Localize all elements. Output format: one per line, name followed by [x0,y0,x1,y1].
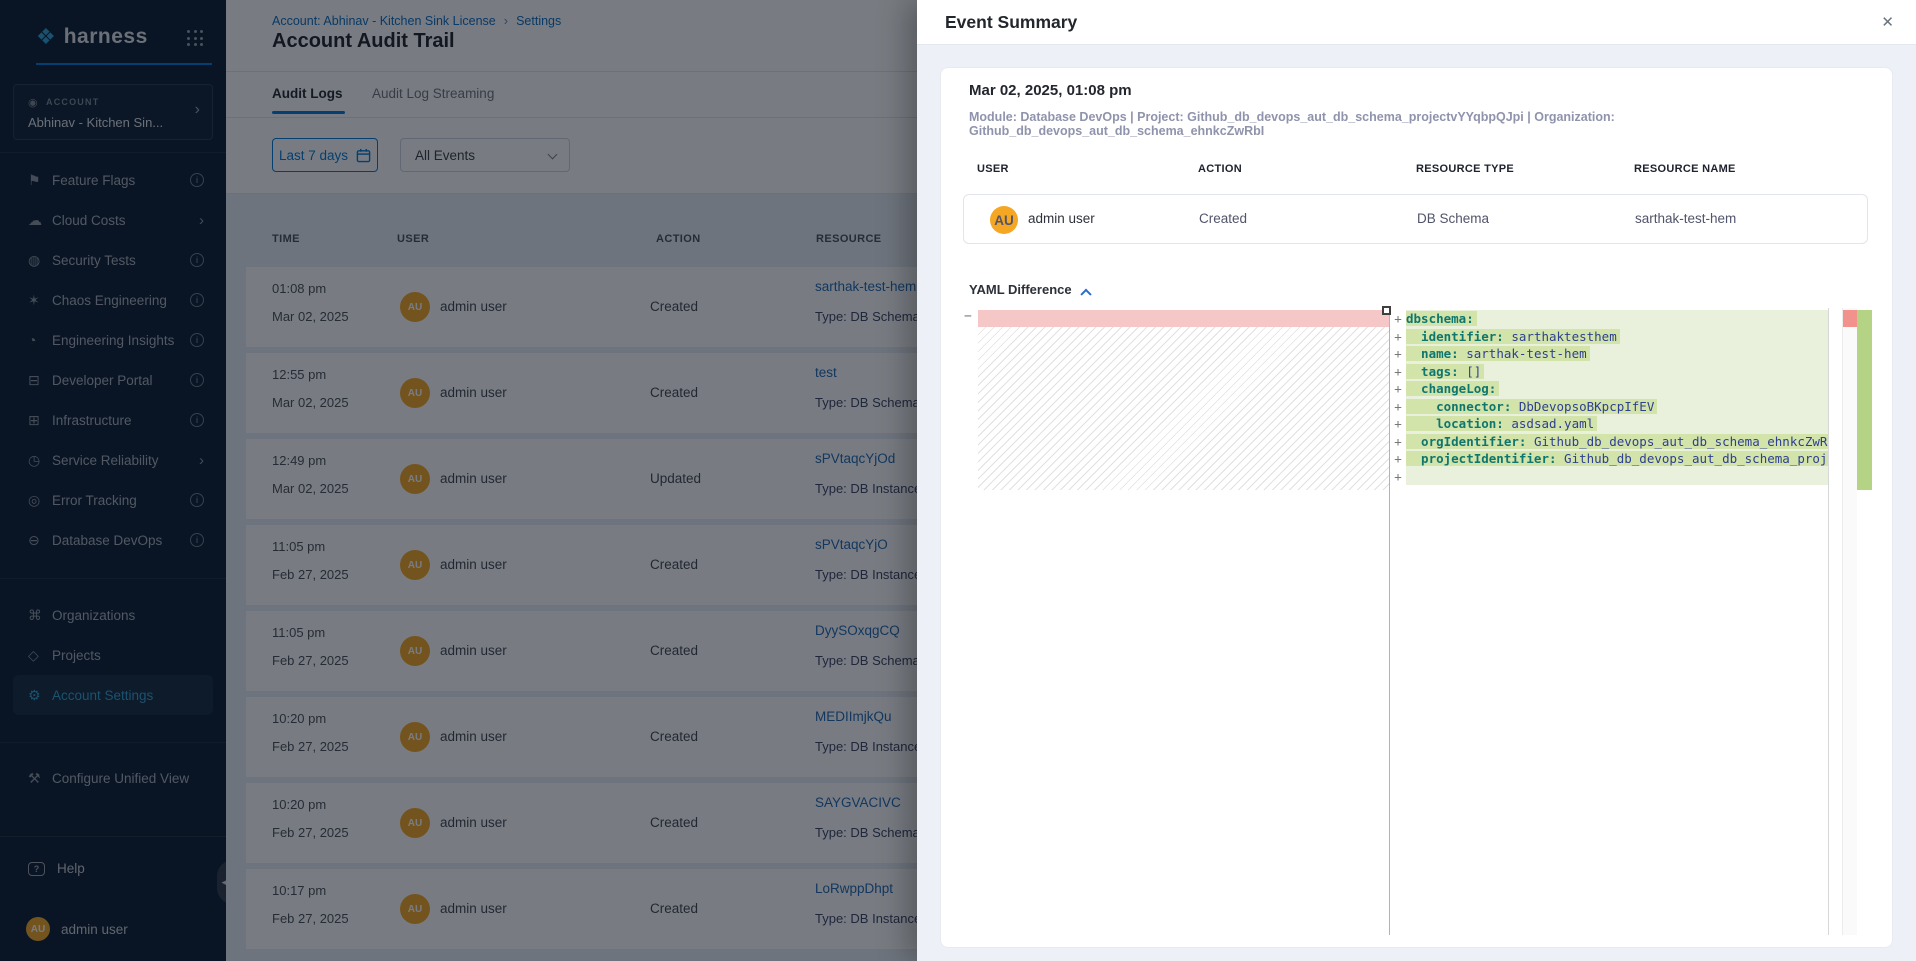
added-line-marker: + [1390,380,1406,398]
removed-line-marker: − [964,309,972,324]
detail-header-resource-type: RESOURCE TYPE [1416,163,1514,175]
drawer-body: Mar 02, 2025, 01:08 pm Module: Database … [917,45,1916,961]
diff-added-line: + changeLog: [1390,380,1828,398]
diff-added-line: + projectIdentifier: Github_db_devops_au… [1390,450,1828,468]
diff-added-line: + name: sarthak-test-hem [1390,345,1828,363]
detail-header-resource-name: RESOURCE NAME [1634,163,1736,175]
diff-empty-hatch [978,327,1389,490]
diff-added-line: + [1390,468,1828,486]
detail-row: AU admin user Created DB Schema sarthak-… [963,194,1868,244]
app-root: ❖ harness ◉ ACCOUNT Abhinav - Kitchen Si… [0,0,1916,961]
added-lines: + dbschema: + identifier: sarthaktesthem… [1390,310,1828,485]
added-line-marker: + [1390,345,1406,363]
event-meta: Module: Database DevOps | Project: Githu… [969,110,1892,138]
diff-added-ruler [1857,310,1872,490]
diff-added-line: + connector: DbDevopsoBKpcpIfEV [1390,398,1828,416]
close-icon[interactable]: ✕ [1881,13,1894,31]
added-line-marker: + [1390,328,1406,346]
added-line-marker: + [1390,310,1406,328]
detail-header-action: ACTION [1198,163,1242,175]
event-summary-drawer: Event Summary ✕ Mar 02, 2025, 01:08 pm M… [917,0,1916,961]
detail-header-user: USER [977,163,1009,175]
avatar: AU [990,206,1018,234]
added-line-marker: + [1390,363,1406,381]
drawer-header: Event Summary ✕ [917,0,1916,45]
diff-removed-marker [1843,310,1858,327]
detail-resource-type: DB Schema [1417,211,1489,226]
detail-user: admin user [1028,211,1095,226]
detail-action: Created [1199,211,1247,226]
added-line-marker: + [1390,433,1406,451]
added-line-marker: + [1390,398,1406,416]
added-line-marker: + [1390,415,1406,433]
chevron-up-icon [1080,289,1091,300]
yaml-difference-toggle[interactable]: YAML Difference [969,282,1090,297]
diff-scrollbar[interactable] [1842,308,1857,935]
drawer-title: Event Summary [945,12,1077,33]
diff-added-line: + tags: [] [1390,363,1828,381]
diff-added-line: + dbschema: [1390,310,1828,328]
removed-line-highlight [978,310,1389,327]
diff-editor-edge [1828,308,1829,935]
added-line-marker: + [1390,450,1406,468]
detail-resource-name: sarthak-test-hem [1635,211,1736,226]
event-timestamp: Mar 02, 2025, 01:08 pm [969,82,1132,99]
event-detail-card: Mar 02, 2025, 01:08 pm Module: Database … [940,67,1893,948]
added-line-marker: + [1390,468,1406,486]
yaml-diff-view: − + dbschema: + identifier: sarthaktesth… [963,308,1872,935]
diff-added-line: + orgIdentifier: Github_db_devops_aut_db… [1390,433,1828,451]
diff-added-line: + identifier: sarthaktesthem [1390,328,1828,346]
diff-chunk-handle [1382,306,1391,315]
diff-added-line: + location: asdsad.yaml [1390,415,1828,433]
